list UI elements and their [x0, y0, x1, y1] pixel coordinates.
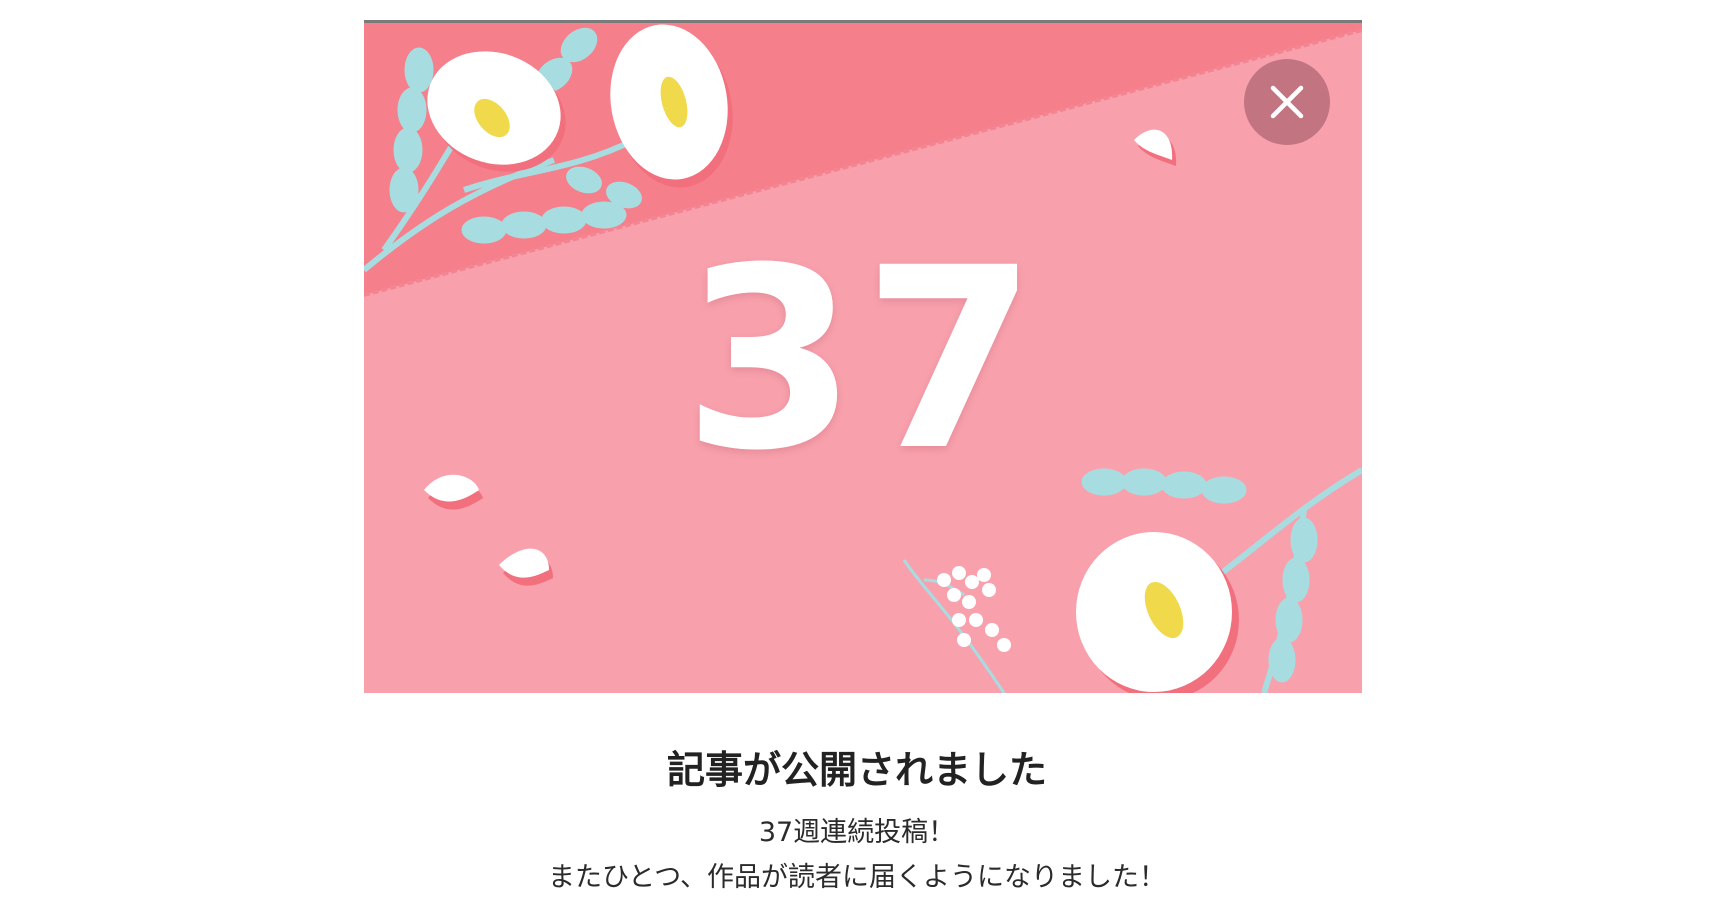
congratulation-message: またひとつ、作品が読者に届くようになりました！	[547, 862, 1167, 893]
close-icon	[1270, 85, 1304, 119]
hero-top-border	[364, 20, 1362, 23]
consecutive-weeks-count: 37	[683, 214, 1043, 505]
publish-complete-dialog: 37 記事が公開されました 37週連続投稿！ またひとつ、作品が読者に届くように…	[0, 0, 1714, 897]
streak-message: 37週連続投稿！	[758, 817, 956, 848]
dialog-title: 記事が公開されました	[666, 748, 1047, 792]
celebration-illustration: 37	[364, 20, 1362, 693]
close-button[interactable]	[1244, 59, 1330, 145]
